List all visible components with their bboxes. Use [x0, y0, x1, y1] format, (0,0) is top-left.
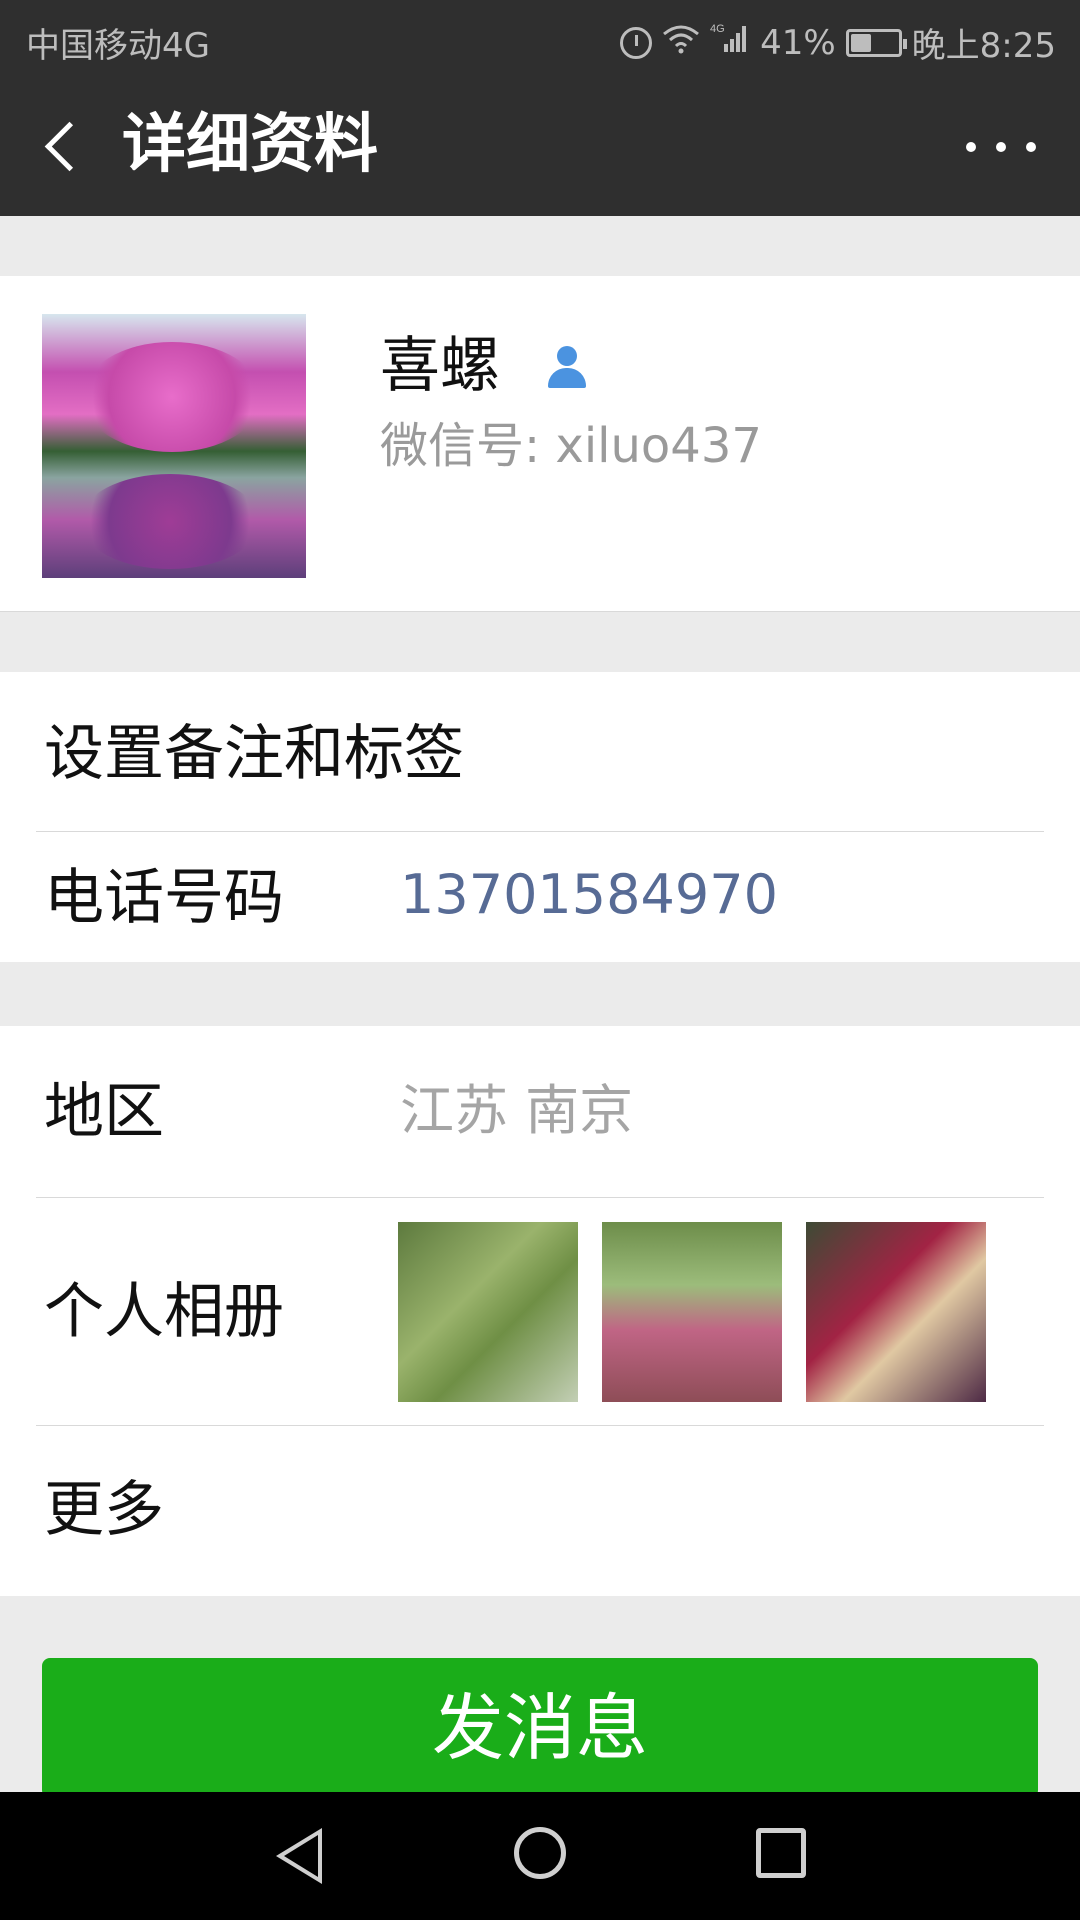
- send-message-button[interactable]: 发消息: [42, 1658, 1038, 1798]
- phone-label: 电话号码: [44, 863, 284, 933]
- region-row: 地区 江苏 南京: [36, 1026, 1044, 1198]
- album-photo[interactable]: [398, 1222, 578, 1402]
- status-bar: 中国移动4G 4G 41% 晚上8:25: [0, 0, 1080, 75]
- more-dot: [1026, 142, 1036, 152]
- battery-icon: [845, 28, 907, 57]
- profile-card: 喜螺 微信号: xiluo437: [0, 276, 1080, 612]
- album-thumbnails: [398, 1222, 986, 1402]
- battery-percent: 41%: [760, 22, 836, 63]
- remark-label: 设置备注和标签: [44, 719, 464, 789]
- system-home-icon[interactable]: [514, 1827, 566, 1879]
- phone-row: 电话号码 13701584970: [36, 832, 1044, 962]
- system-back-icon[interactable]: [276, 1828, 322, 1884]
- album-photo[interactable]: [806, 1222, 986, 1402]
- network-label: 4G: [710, 23, 725, 35]
- page-title: 详细资料: [122, 108, 378, 182]
- album-photo[interactable]: [602, 1222, 782, 1402]
- battery-fill: [850, 33, 872, 52]
- wifi-icon: [662, 23, 700, 63]
- nav-bar: 详细资料: [0, 75, 1080, 216]
- clock: 晚上8:25: [911, 26, 1056, 66]
- alarm-icon: [620, 26, 653, 59]
- contact-icon-head: [557, 346, 577, 366]
- signal-icon: 4G: [710, 22, 750, 63]
- more-dot: [996, 142, 1006, 152]
- album-label: 个人相册: [44, 1277, 284, 1347]
- wechat-id: 微信号: xiluo437: [380, 418, 762, 474]
- system-recents-icon[interactable]: [756, 1828, 806, 1878]
- remark-phone-section: 设置备注和标签 电话号码 13701584970: [0, 672, 1080, 962]
- more-dot: [966, 142, 976, 152]
- remark-row[interactable]: 设置备注和标签: [36, 672, 1044, 832]
- phone-number-link[interactable]: 13701584970: [400, 860, 778, 930]
- nickname: 喜螺: [380, 331, 500, 401]
- back-icon[interactable]: [40, 115, 100, 175]
- info-section: 地区 江苏 南京 个人相册 更多: [0, 1026, 1080, 1596]
- carrier-label: 中国移动4G: [26, 26, 210, 66]
- region-label: 地区: [44, 1077, 164, 1147]
- contact-icon-body: [548, 368, 586, 388]
- android-nav-bar: [0, 1792, 1080, 1920]
- more-label: 更多: [44, 1475, 164, 1545]
- contact-icon: [544, 344, 590, 390]
- avatar[interactable]: [42, 314, 306, 578]
- album-row[interactable]: 个人相册: [36, 1198, 1044, 1426]
- more-row[interactable]: 更多: [36, 1426, 1044, 1596]
- region-value: 江苏 南京: [400, 1079, 634, 1142]
- more-icon[interactable]: [966, 127, 1036, 167]
- status-icons: 4G 41% 晚上8:25: [620, 18, 1056, 67]
